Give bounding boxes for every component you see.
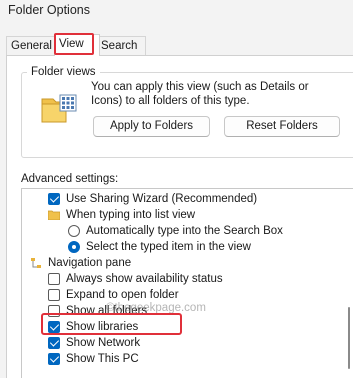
checkbox-checked[interactable] [48,193,60,205]
setting-label: Show This PC [66,353,139,365]
tab-search[interactable]: Search [96,36,146,55]
tab-general[interactable]: General [6,36,60,55]
radio-unchecked[interactable] [68,225,80,237]
navigation-pane-icon [31,258,41,268]
setting-label: Navigation pane [48,257,132,269]
setting-label: Always show availability status [66,273,223,285]
apply-to-folders-button[interactable]: Apply to Folders [93,116,210,137]
setting-label: Use Sharing Wizard (Recommended) [66,193,258,205]
setting-label: Show all folders [66,305,148,317]
folder-views-description: You can apply this view (such as Details… [91,81,309,107]
checkbox-checked[interactable] [48,353,60,365]
reset-folders-button[interactable]: Reset Folders [224,116,340,137]
advanced-settings-list[interactable]: Use Sharing Wizard (Recommended) When ty… [21,188,353,378]
checkbox-checked[interactable] [48,337,60,349]
setting-label: Automatically type into the Search Box [86,225,283,237]
scrollbar-thumb[interactable] [348,307,350,369]
checkbox-checked[interactable] [48,321,60,333]
window-title: Folder Options [8,3,90,17]
setting-label: Expand to open folder [66,289,179,301]
view-tab-panel: Folder views You can apply this view (su… [6,55,353,378]
folder-views-legend: Folder views [27,66,100,78]
advanced-settings-label: Advanced settings: [21,173,119,185]
checkbox-unchecked[interactable] [48,305,60,317]
folder-views-icon [41,94,77,123]
tab-view[interactable]: View [54,34,100,56]
checkbox-unchecked[interactable] [48,289,60,301]
tab-bar: General View Search [0,34,353,56]
radio-checked[interactable] [68,241,80,253]
setting-label: Show libraries [66,321,139,333]
vertical-scrollbar[interactable] [343,189,353,378]
folder-icon [48,210,60,220]
setting-label: Show Network [66,337,141,349]
setting-label: When typing into list view [66,209,196,221]
folder-options-window: Folder Options General View Search Folde… [0,0,353,378]
setting-label: Select the typed item in the view [86,241,251,253]
checkbox-unchecked[interactable] [48,273,60,285]
